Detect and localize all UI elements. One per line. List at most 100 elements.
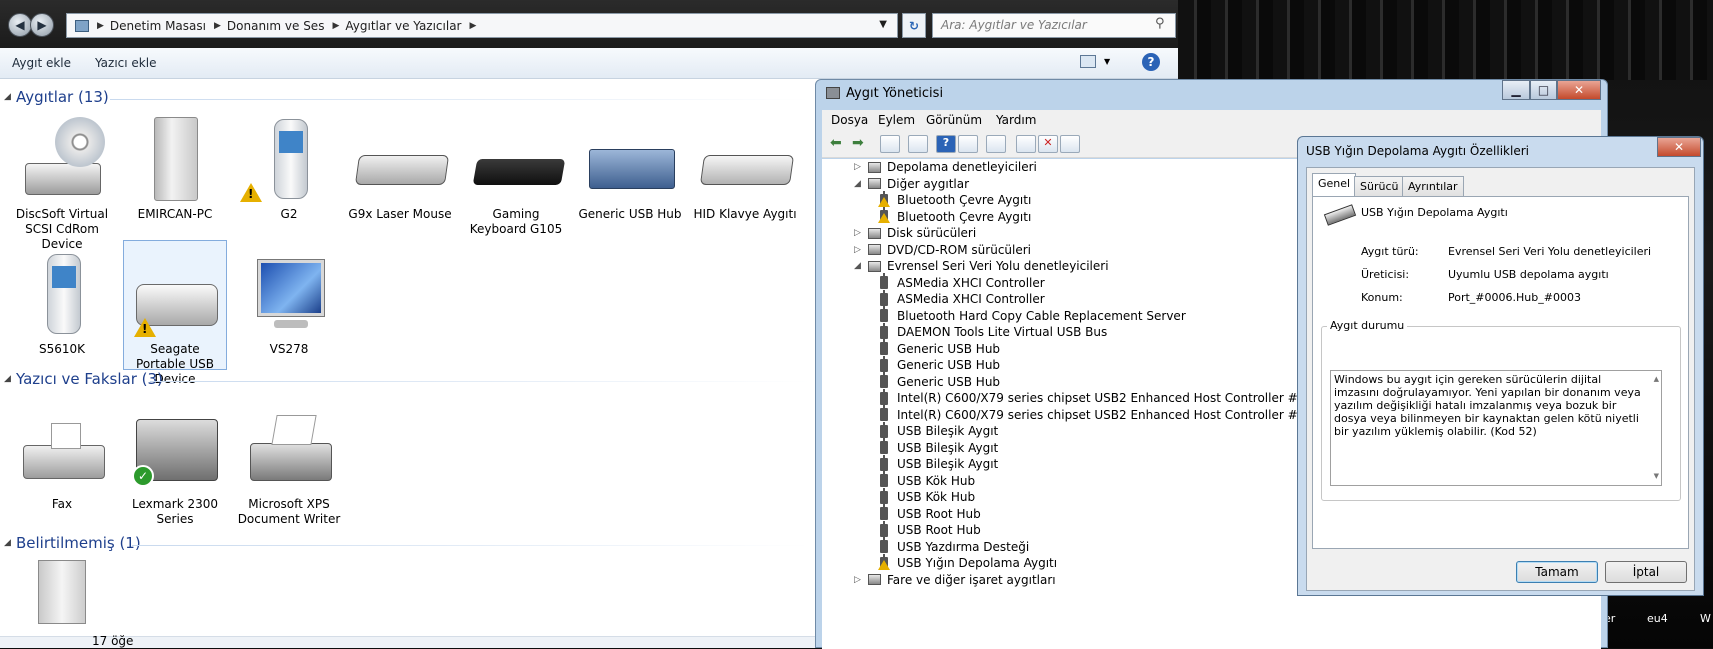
tree-device[interactable]: USB Bileşik Aygıt [880,454,998,471]
unspecified-device-icon[interactable] [38,560,86,624]
add-printer-button[interactable]: Yazıcı ekle [95,56,156,70]
device-item[interactable]: S5610K [10,250,114,357]
search-input[interactable]: Ara: Aygıtlar ve Yazıcılar [932,13,1176,38]
menu-action[interactable]: Eylem [878,113,915,127]
tree-category[interactable]: ▷ DVD/CD-ROM sürücüleri [854,243,1031,257]
tree-device[interactable]: DAEMON Tools Lite Virtual USB Bus [880,322,1107,339]
update-driver-icon[interactable] [1016,135,1036,153]
printer-item[interactable]: ✓ Lexmark 2300 Series [123,405,227,527]
device-item[interactable]: HID Klavye Aygıtı [693,115,797,222]
collapse-icon[interactable]: ◢ [4,374,11,384]
group-header-devices[interactable]: Aygıtlar (13) [16,88,109,106]
device-item[interactable]: VS278 [237,250,341,357]
forward-button[interactable]: ▶ [30,13,54,37]
chevron-right-icon[interactable]: ▶ [332,21,339,31]
refresh-button[interactable]: ↻ [902,13,926,38]
scroll-down-icon[interactable]: ▼ [1654,470,1659,483]
back-button[interactable]: ◀ [8,13,32,37]
breadcrumb-item[interactable]: Aygıtlar ve Yazıcılar [345,19,461,33]
collapse-icon[interactable]: ◢ [4,538,11,548]
tree-category[interactable]: ◢ Diğer aygıtlar [854,177,969,191]
window-title: Aygıt Yöneticisi [846,86,944,101]
view-options-icon[interactable] [1080,55,1096,68]
taskbar-item[interactable]: eu4 [1647,612,1668,625]
status-textbox[interactable]: Windows bu aygıt için gereken sürücüleri… [1330,370,1662,486]
tree-device[interactable]: USB Kök Hub [880,487,975,504]
tree-device[interactable]: Bluetooth Çevre Aygıtı [878,207,1031,224]
add-device-button[interactable]: Aygıt ekle [12,56,71,70]
device-item[interactable]: G9x Laser Mouse [348,115,452,222]
scroll-up-icon[interactable]: ▲ [1654,373,1659,386]
tree-device[interactable]: USB Yazdırma Desteği [880,537,1029,554]
tree-device[interactable]: Intel(R) C600/X79 series chipset USB2 En… [880,405,1351,422]
tree-category[interactable]: ▷ Depolama denetleyicileri [854,160,1037,174]
tree-device[interactable]: Generic USB Hub [880,339,1000,356]
show-hide-tree-icon[interactable] [880,135,900,153]
tree-device[interactable]: USB Yığın Depolama Aygıtı [878,553,1057,570]
tree-device[interactable]: ASMedia XHCI Controller [880,273,1045,290]
printer-item[interactable]: Fax [10,405,114,512]
expand-icon[interactable]: ▷ [854,575,868,585]
expand-icon[interactable]: ◢ [854,179,868,189]
collapse-icon[interactable]: ◢ [4,92,11,102]
chevron-right-icon[interactable]: ▶ [469,21,476,31]
tree-device[interactable]: USB Root Hub [880,504,981,521]
tree-device[interactable]: USB Root Hub [880,520,981,537]
maximize-button[interactable]: □ [1530,80,1557,100]
expand-icon[interactable]: ▷ [854,245,868,255]
back-arrow-icon[interactable]: ⬅ [830,135,842,151]
device-item[interactable]: EMIRCAN-PC [123,115,227,222]
breadcrumb-item[interactable]: Donanım ve Ses [227,19,325,33]
tree-device[interactable]: Bluetooth Hard Copy Cable Replacement Se… [880,306,1186,323]
tree-category[interactable]: ▷ Disk sürücüleri [854,226,976,240]
breadcrumb-item[interactable]: Denetim Masası [110,19,206,33]
device-item[interactable]: G2 [237,115,341,222]
close-button[interactable]: ✕ [1657,137,1701,157]
tree-device[interactable]: USB Kök Hub [880,471,975,488]
tab-details[interactable]: Ayrıntılar [1402,176,1464,196]
minimize-button[interactable]: ▁ [1502,80,1530,100]
address-bar[interactable]: ▶ Denetim Masası ▶ Donanım ve Ses ▶ Aygı… [66,13,898,38]
tree-device[interactable]: Generic USB Hub [880,372,1000,389]
tree-device[interactable]: Bluetooth Çevre Aygıtı [878,190,1031,207]
tree-device[interactable]: USB Bileşik Aygıt [880,438,998,455]
usb-connector-icon [880,537,888,553]
scan-hardware-icon[interactable] [986,135,1006,153]
tree-device[interactable]: ASMedia XHCI Controller [880,289,1045,306]
expand-icon[interactable]: ▷ [854,162,868,172]
printer-item[interactable]: Microsoft XPS Document Writer [237,405,341,527]
tab-driver[interactable]: Sürücü [1354,176,1405,196]
chevron-down-icon[interactable]: ▼ [879,19,887,30]
tree-device[interactable]: USB Bileşik Aygıt [880,421,998,438]
tree-category[interactable]: ▷ Fare ve diğer işaret aygıtları [854,573,1056,587]
menu-help[interactable]: Yardım [996,113,1036,127]
group-header-unspecified[interactable]: Belirtilmemiş (1) [16,534,141,552]
uninstall-icon[interactable]: ✕ [1038,135,1058,153]
device-item-selected[interactable]: Seagate Portable USB Device [123,240,227,386]
forward-arrow-icon[interactable]: ➡ [852,135,864,151]
tab-general[interactable]: Genel [1312,173,1357,196]
ok-button[interactable]: Tamam [1516,561,1598,583]
expand-icon[interactable]: ◢ [854,261,868,271]
view-icon[interactable] [958,135,978,153]
help-icon[interactable]: ? [936,135,956,153]
properties-icon[interactable] [908,135,928,153]
tree-category[interactable]: ◢ Evrensel Seri Veri Yolu denetleyicileri [854,259,1109,273]
menu-view[interactable]: Görünüm [926,113,982,127]
tree-device[interactable]: Intel(R) C600/X79 series chipset USB2 En… [880,388,1349,405]
disable-device-icon[interactable] [1060,135,1080,153]
menu-file[interactable]: Dosya [831,113,868,127]
device-item[interactable]: Generic USB Hub [578,115,682,222]
group-header-printers[interactable]: Yazıcı ve Fakslar (3) [16,370,163,388]
expand-icon[interactable]: ▷ [854,228,868,238]
device-item[interactable]: DiscSoft Virtual SCSI CdRom Device [10,115,114,252]
taskbar-item[interactable]: W [1700,612,1711,625]
tree-device[interactable]: Generic USB Hub [880,355,1000,372]
chevron-right-icon[interactable]: ▶ [214,21,221,31]
chevron-down-icon[interactable]: ▼ [1104,57,1110,66]
close-button[interactable]: ✕ [1557,80,1601,100]
device-item[interactable]: Gaming Keyboard G105 [464,115,568,237]
maximize-icon: □ [1537,83,1550,97]
help-icon[interactable]: ? [1142,53,1160,71]
cancel-button[interactable]: İptal [1605,561,1687,583]
